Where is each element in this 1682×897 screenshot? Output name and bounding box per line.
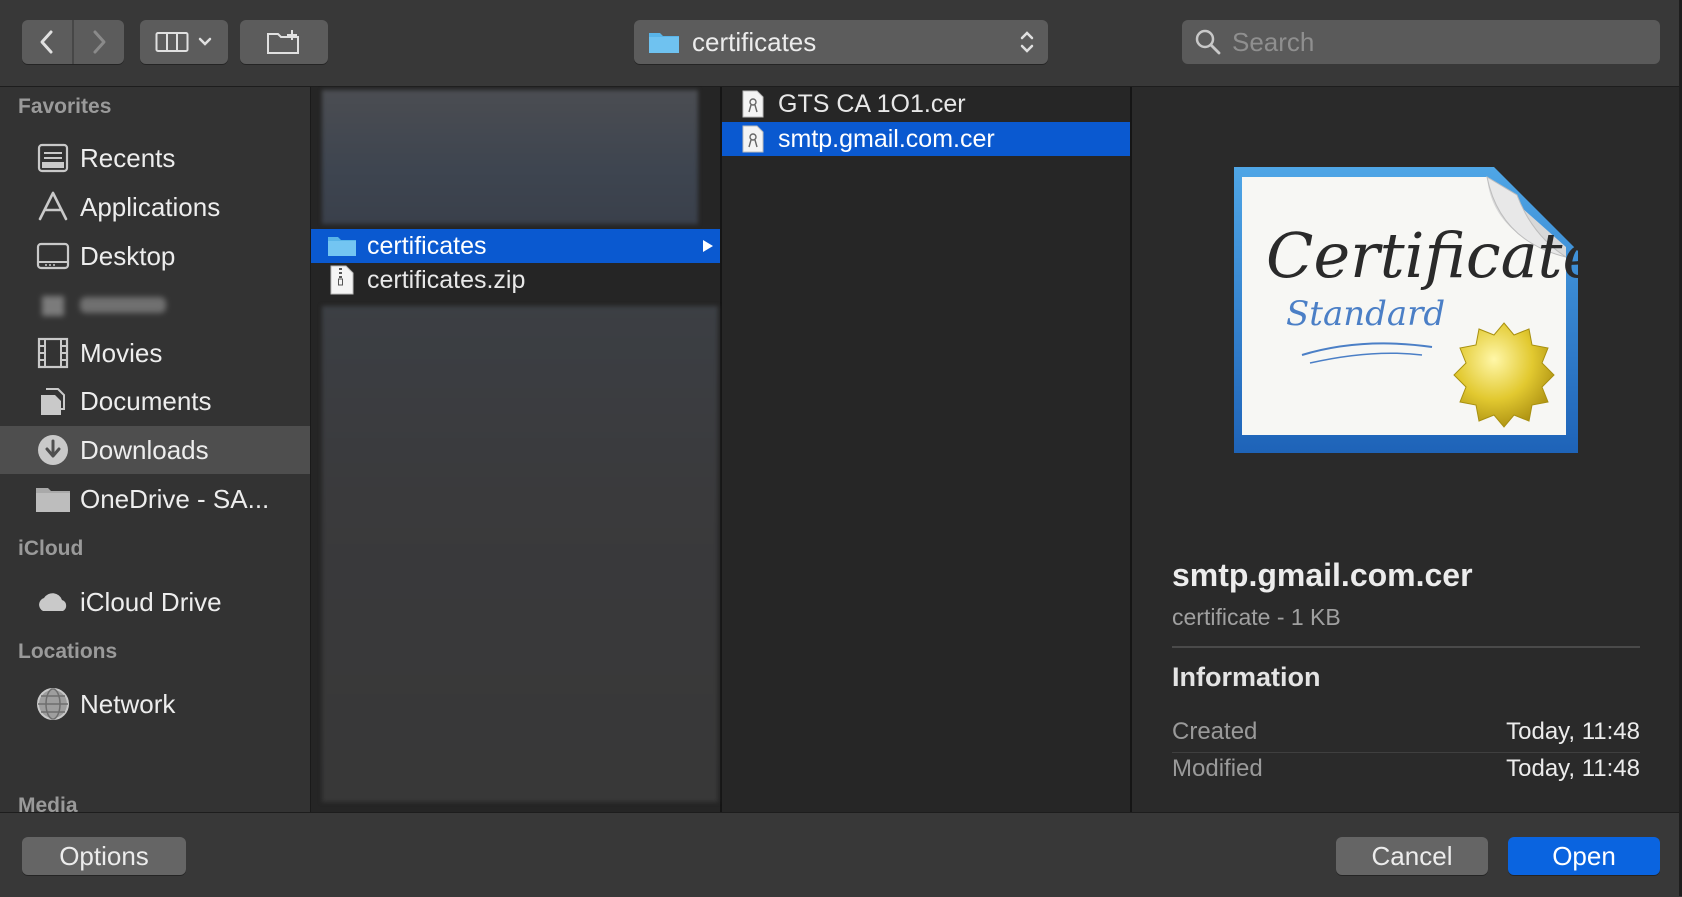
certificate-standard-icon: Certificate Standard bbox=[1234, 167, 1580, 453]
favorites-header: Favorites bbox=[18, 95, 112, 118]
sidebar-item-label: Recents bbox=[80, 142, 176, 173]
home-icon bbox=[35, 286, 71, 322]
documents-icon bbox=[35, 383, 71, 419]
chevron-left-icon bbox=[40, 30, 53, 54]
cancel-button[interactable]: Cancel bbox=[1336, 837, 1488, 875]
back-button[interactable] bbox=[22, 20, 72, 64]
information-header: Information bbox=[1172, 662, 1321, 692]
search-icon bbox=[1195, 29, 1221, 55]
column-browser-2: GTS CA 1O1.cer smtp.gmail.com.cer bbox=[722, 87, 1132, 812]
locations-header: Locations bbox=[18, 640, 118, 663]
list-item-label: smtp.gmail.com.cer bbox=[778, 124, 995, 153]
info-value: Today, 11:48 bbox=[1506, 718, 1640, 745]
sidebar-item-movies[interactable]: Movies bbox=[0, 329, 310, 377]
column-view-icon bbox=[155, 32, 189, 52]
list-item-label: certificates bbox=[367, 231, 487, 260]
certificate-file-icon bbox=[738, 125, 768, 153]
preview-pane: Certificate Standard smtp.gmail.com.cer … bbox=[1132, 87, 1682, 812]
sidebar-item-label: Documents bbox=[80, 385, 212, 416]
folder-icon bbox=[35, 481, 71, 517]
sidebar-item-label: Downloads bbox=[80, 434, 209, 465]
list-item-label: GTS CA 1O1.cer bbox=[778, 89, 966, 118]
sidebar-item-label: Network bbox=[80, 688, 176, 719]
info-value: Today, 11:48 bbox=[1506, 755, 1640, 782]
bottom-bar: Options Cancel Open bbox=[0, 812, 1682, 897]
back-forward-group bbox=[22, 20, 124, 64]
column-browser-1: certificates certificates.zip bbox=[311, 87, 722, 812]
movies-icon bbox=[35, 335, 71, 371]
preview-file-name: smtp.gmail.com.cer bbox=[1172, 557, 1473, 593]
blurred-thumbnail bbox=[322, 306, 718, 802]
sidebar: Favorites Recents Applications Desktop M… bbox=[0, 87, 311, 812]
sidebar-item-label: Applications bbox=[80, 191, 221, 222]
list-item-certificates-zip[interactable]: certificates.zip bbox=[311, 263, 720, 297]
list-item-gts-ca-cer[interactable]: GTS CA 1O1.cer bbox=[722, 87, 1130, 121]
chevron-down-icon bbox=[198, 37, 212, 46]
info-key: Modified bbox=[1172, 755, 1263, 782]
standard-text: Standard bbox=[1286, 294, 1445, 334]
list-item-label: certificates.zip bbox=[367, 265, 526, 294]
sidebar-item-label-redacted bbox=[80, 289, 166, 320]
folder-icon bbox=[327, 235, 357, 257]
sidebar-item-home[interactable] bbox=[0, 280, 310, 328]
new-folder-icon bbox=[267, 30, 299, 54]
sidebar-item-label: Desktop bbox=[80, 240, 176, 271]
downloads-icon bbox=[35, 432, 71, 468]
new-folder-button[interactable] bbox=[240, 20, 328, 64]
view-options-button[interactable] bbox=[140, 20, 228, 64]
recents-icon bbox=[35, 140, 71, 176]
path-label: certificates bbox=[692, 26, 817, 57]
certificate-text: Certificate bbox=[1266, 219, 1580, 292]
sidebar-item-applications[interactable]: Applications bbox=[0, 183, 310, 231]
sidebar-item-documents[interactable]: Documents bbox=[0, 377, 310, 425]
divider bbox=[1172, 646, 1640, 648]
search-input[interactable]: Search bbox=[1182, 20, 1660, 64]
info-row-modified: Modified Today, 11:48 bbox=[1172, 750, 1640, 788]
options-button[interactable]: Options bbox=[22, 837, 186, 875]
disclosure-triangle-icon bbox=[703, 240, 713, 252]
info-key: Created bbox=[1172, 718, 1258, 745]
toolbar: certificates Search bbox=[0, 0, 1682, 87]
sidebar-item-label: iCloud Drive bbox=[80, 586, 222, 617]
search-placeholder: Search bbox=[1232, 26, 1315, 57]
sidebar-item-recents[interactable]: Recents bbox=[0, 134, 310, 182]
cloud-icon bbox=[35, 584, 71, 620]
network-icon bbox=[35, 686, 71, 722]
desktop-icon bbox=[35, 238, 71, 274]
chevron-right-icon bbox=[93, 30, 106, 54]
forward-button[interactable] bbox=[74, 20, 124, 64]
sidebar-item-label: OneDrive - SA... bbox=[80, 483, 270, 514]
preview-file-kind: certificate - 1 KB bbox=[1172, 604, 1341, 630]
sidebar-item-downloads[interactable]: Downloads bbox=[0, 426, 310, 474]
applications-icon bbox=[35, 189, 71, 225]
certificate-file-icon bbox=[738, 90, 768, 118]
open-button[interactable]: Open bbox=[1508, 837, 1660, 875]
icloud-header: iCloud bbox=[18, 537, 84, 560]
sidebar-item-network[interactable]: Network bbox=[0, 680, 310, 728]
list-item-certificates-folder[interactable]: certificates bbox=[311, 229, 720, 263]
sidebar-item-icloud-drive[interactable]: iCloud Drive bbox=[0, 578, 310, 626]
list-item-smtp-gmail-cer[interactable]: smtp.gmail.com.cer bbox=[722, 122, 1130, 156]
info-row-created: Created Today, 11:48 bbox=[1172, 713, 1640, 751]
sidebar-item-label: Movies bbox=[80, 337, 163, 368]
folder-icon bbox=[649, 33, 679, 53]
sidebar-item-desktop[interactable]: Desktop bbox=[0, 232, 310, 280]
updown-chevron-icon bbox=[1020, 31, 1034, 53]
media-header: Media bbox=[18, 794, 78, 812]
zip-file-icon bbox=[327, 265, 357, 295]
path-popup-button[interactable]: certificates bbox=[634, 20, 1048, 64]
blurred-thumbnail bbox=[322, 90, 698, 224]
sidebar-item-onedrive[interactable]: OneDrive - SA... bbox=[0, 475, 310, 523]
